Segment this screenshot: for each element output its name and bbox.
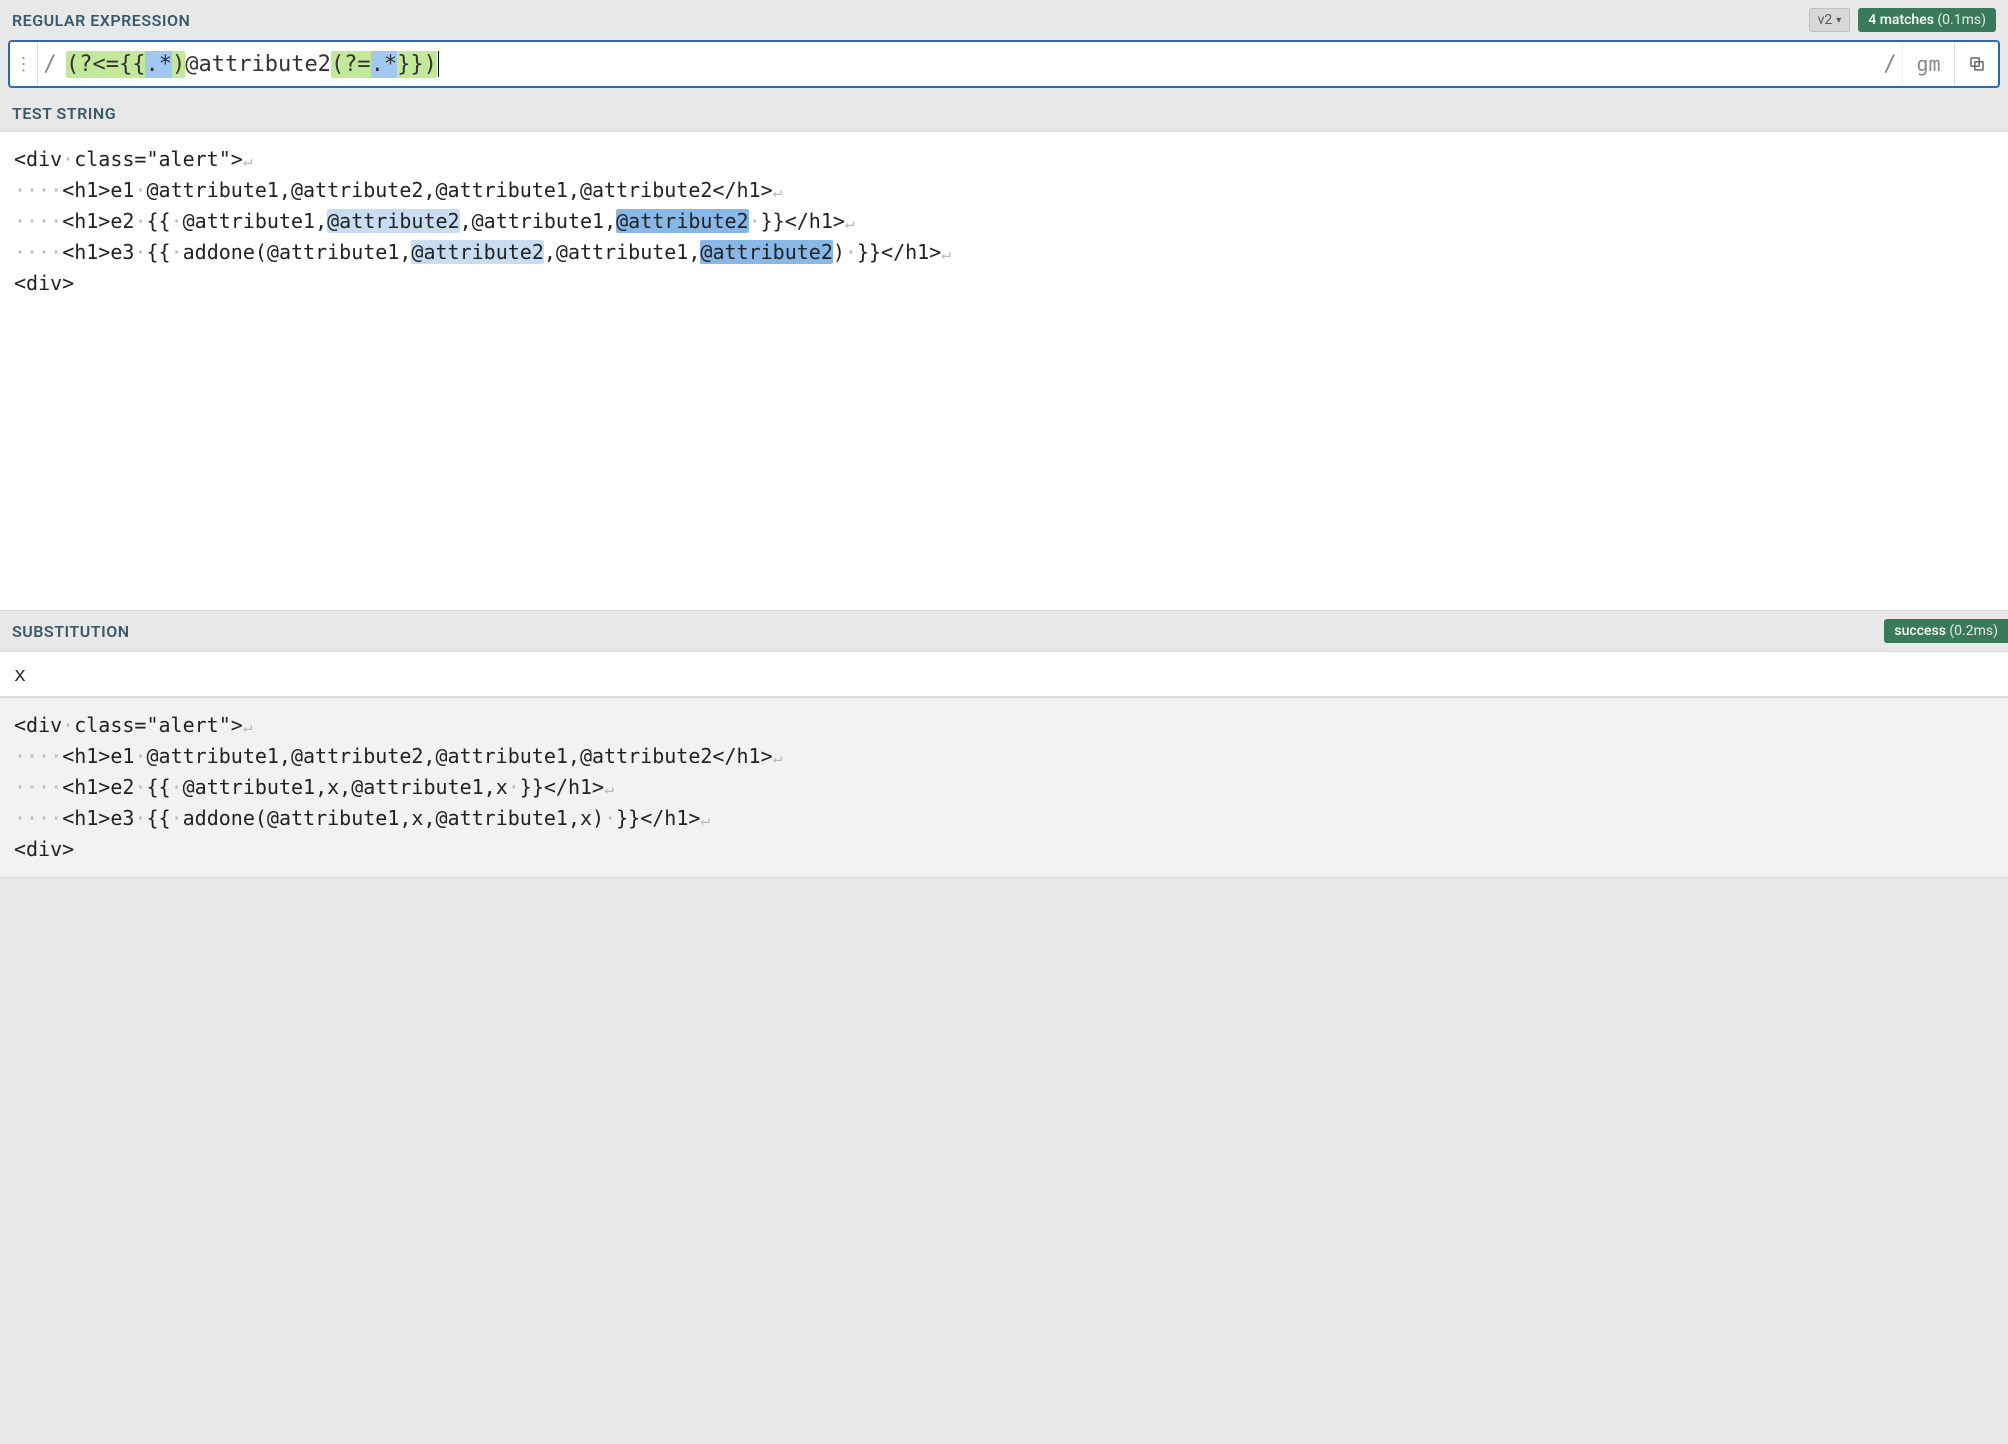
- success-label: success: [1894, 623, 1946, 639]
- drag-handle-icon[interactable]: ⋮: [10, 42, 38, 86]
- test-string-input[interactable]: <div·class="alert">↵····<h1>e1·@attribut…: [0, 131, 2008, 611]
- version-selector[interactable]: v2 ▾: [1809, 8, 1851, 32]
- matches-time: (0.1ms): [1937, 12, 1986, 28]
- substitution-header: SUBSTITUTION success (0.2ms): [0, 611, 2008, 651]
- regex-title: REGULAR EXPRESSION: [12, 11, 1809, 30]
- regex-input[interactable]: (?<={{.*)@attribute2(?=.*}}): [62, 42, 1878, 86]
- regex-delim-close: /: [1878, 42, 1902, 86]
- success-time: (0.2ms): [1949, 623, 1998, 639]
- regex-flags[interactable]: gm: [1902, 42, 1954, 86]
- success-badge: success (0.2ms): [1884, 619, 2008, 643]
- regex-header: REGULAR EXPRESSION v2 ▾ 4 matches (0.1ms…: [0, 0, 2008, 40]
- substitution-result: <div·class="alert">↵····<h1>e1·@attribut…: [0, 697, 2008, 878]
- test-title: TEST STRING: [12, 104, 1996, 123]
- substitution-input[interactable]: x: [0, 651, 2008, 697]
- substitution-title: SUBSTITUTION: [12, 622, 1884, 641]
- copy-icon: [1968, 55, 1986, 73]
- matches-count: 4 matches: [1868, 12, 1934, 28]
- version-label: v2: [1818, 12, 1833, 28]
- chevron-down-icon: ▾: [1836, 15, 1841, 26]
- regex-input-row: ⋮ / (?<={{.*)@attribute2(?=.*}}) / gm: [8, 40, 2000, 88]
- text-cursor: [438, 51, 440, 77]
- regex-delim-open: /: [38, 42, 62, 86]
- matches-badge: 4 matches (0.1ms): [1858, 8, 1996, 32]
- test-header: TEST STRING: [0, 96, 2008, 131]
- copy-button[interactable]: [1954, 42, 1998, 86]
